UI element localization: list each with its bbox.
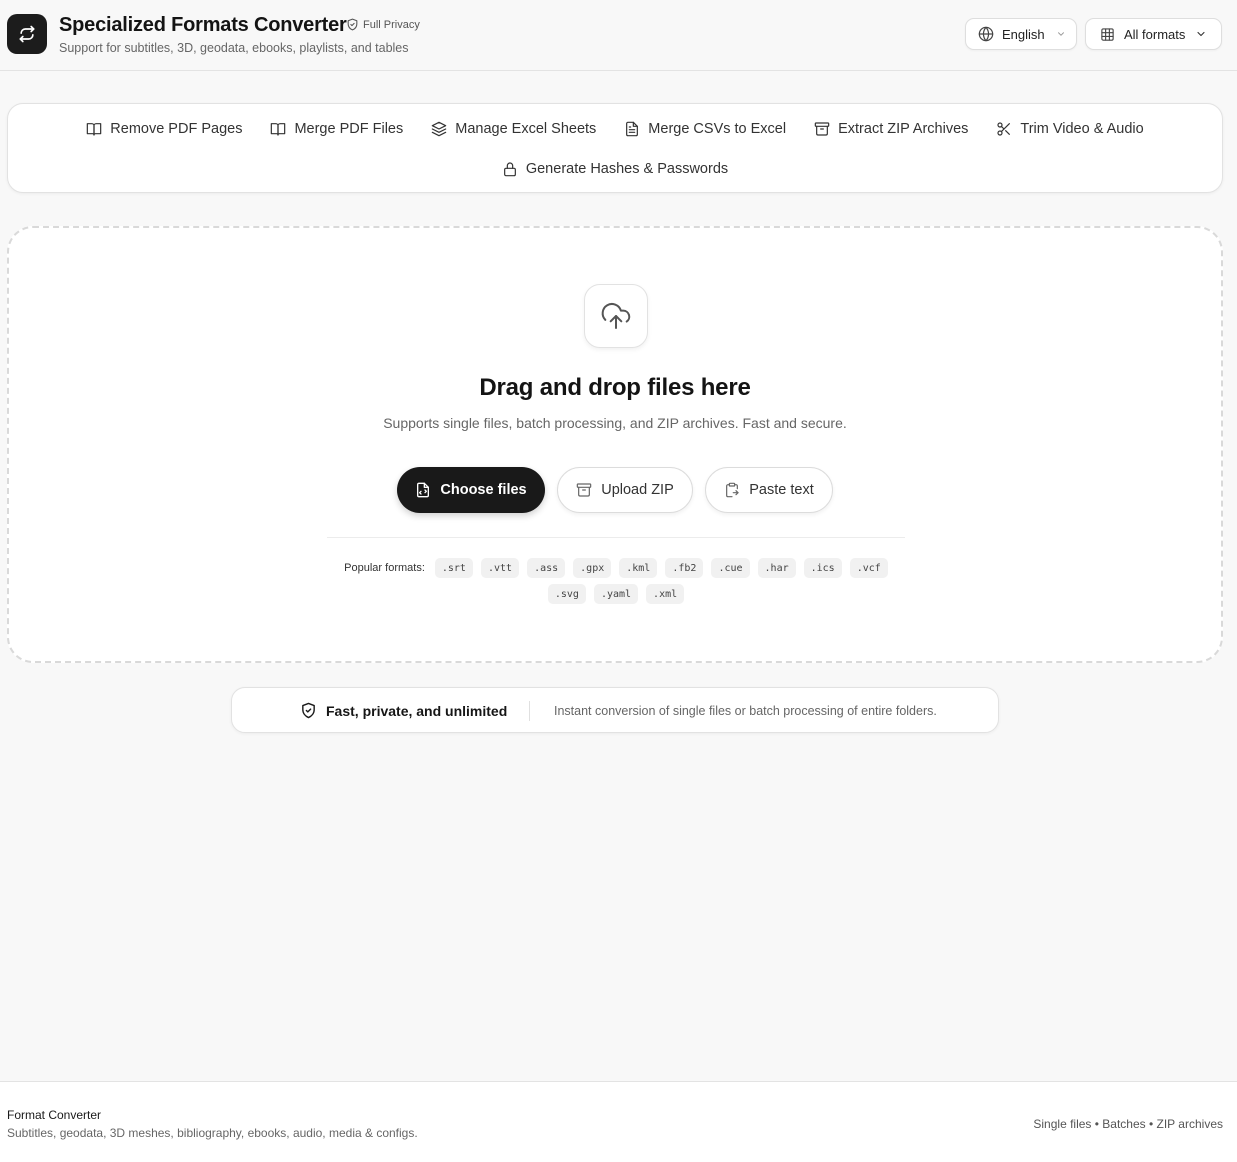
choose-files-button[interactable]: Choose files — [397, 467, 545, 513]
book-open-icon — [270, 121, 286, 137]
table-grid-icon — [1100, 27, 1115, 42]
convert-arrows-icon — [17, 24, 37, 44]
archive-icon — [576, 482, 592, 498]
layers-icon — [431, 121, 447, 137]
format-chip: .vcf — [849, 558, 888, 578]
clipboard-paste-icon — [724, 482, 740, 498]
tools-nav: Remove PDF Pages Merge PDF Files Manage … — [7, 103, 1223, 193]
footer-title: Format Converter — [7, 1108, 102, 1122]
info-headline: Fast, private, and unlimited — [300, 702, 507, 719]
info-headline-label: Fast, private, and unlimited — [326, 702, 508, 719]
chevron-down-icon — [1195, 28, 1207, 40]
footer-features: Single files • Batches • ZIP archives — [1033, 1117, 1223, 1131]
choose-files-label: Choose files — [440, 482, 527, 498]
upload-zip-button[interactable]: Upload ZIP — [557, 467, 693, 513]
tool-label: Remove PDF Pages — [110, 121, 243, 137]
shield-check-icon — [346, 18, 359, 31]
privacy-badge: Full Privacy — [346, 18, 420, 31]
file-text-icon — [624, 121, 640, 137]
popular-formats-row: .svg .yaml .xml — [327, 584, 905, 604]
format-chip: .cue — [711, 558, 750, 578]
file-convert-icon — [415, 482, 431, 498]
tool-label: Trim Video & Audio — [1020, 121, 1144, 137]
tool-merge-csvs-to-excel[interactable]: Merge CSVs to Excel — [624, 119, 786, 139]
upload-icon-box — [584, 284, 648, 348]
language-label: English — [1002, 26, 1045, 42]
divider — [529, 701, 530, 721]
book-open-icon — [86, 121, 102, 137]
format-chip: .gpx — [573, 558, 612, 578]
format-chip: .kml — [619, 558, 658, 578]
popular-formats-row: Popular formats: .srt .vtt .ass .gpx .km… — [327, 558, 905, 578]
page-footer: Format Converter Subtitles, geodata, 3D … — [0, 1081, 1237, 1162]
dropzone-title: Drag and drop files here — [479, 374, 751, 401]
format-chip: .har — [757, 558, 796, 578]
app-subtitle: Support for subtitles, 3D, geodata, eboo… — [59, 41, 409, 55]
tool-label: Merge PDF Files — [294, 121, 404, 137]
tool-label: Manage Excel Sheets — [455, 121, 597, 137]
format-chip: .xml — [646, 584, 685, 604]
app-logo[interactable] — [7, 14, 47, 54]
format-chip: .svg — [547, 584, 586, 604]
paste-text-button[interactable]: Paste text — [705, 467, 833, 513]
dropzone-subtitle: Supports single files, batch processing,… — [383, 415, 847, 431]
chevron-down-icon — [1056, 29, 1066, 39]
tool-remove-pdf-pages[interactable]: Remove PDF Pages — [86, 119, 242, 139]
format-chip: .fb2 — [665, 558, 704, 578]
upload-zip-label: Upload ZIP — [601, 482, 674, 498]
tool-generate-hashes-passwords[interactable]: Generate Hashes & Passwords — [502, 159, 728, 179]
paste-text-label: Paste text — [749, 482, 814, 498]
globe-icon — [978, 26, 994, 42]
tool-trim-video-audio[interactable]: Trim Video & Audio — [996, 119, 1144, 139]
tool-label: Generate Hashes & Passwords — [525, 161, 729, 177]
tool-label: Extract ZIP Archives — [838, 121, 969, 137]
lock-icon — [502, 161, 518, 177]
footer-subtitle: Subtitles, geodata, 3D meshes, bibliogra… — [7, 1126, 418, 1140]
scissors-icon — [996, 121, 1012, 137]
formats-filter-label: All formats — [1124, 26, 1186, 42]
info-description: Instant conversion of single files or ba… — [554, 704, 937, 718]
shield-check-icon — [300, 702, 317, 719]
tool-extract-zip-archives[interactable]: Extract ZIP Archives — [814, 119, 968, 139]
popular-formats-label: Popular formats: — [344, 562, 425, 574]
tool-label: Merge CSVs to Excel — [648, 121, 787, 137]
format-chip: .ics — [803, 558, 842, 578]
app-title: Specialized Formats Converter — [59, 14, 347, 36]
divider — [327, 537, 905, 538]
archive-icon — [814, 121, 830, 137]
language-select[interactable]: English — [965, 18, 1077, 50]
formats-filter-select[interactable]: All formats — [1085, 18, 1222, 50]
privacy-badge-label: Full Privacy — [363, 18, 420, 31]
info-bar: Fast, private, and unlimited Instant con… — [231, 687, 999, 733]
tool-merge-pdf-files[interactable]: Merge PDF Files — [270, 119, 403, 139]
format-chip: .yaml — [593, 584, 639, 604]
format-chip: .ass — [527, 558, 566, 578]
tool-manage-excel-sheets[interactable]: Manage Excel Sheets — [431, 119, 596, 139]
format-chip: .srt — [434, 558, 473, 578]
cloud-upload-icon — [600, 300, 632, 332]
format-chip: .vtt — [480, 558, 520, 578]
app-header: Specialized Formats Converter Full Priva… — [0, 0, 1237, 71]
file-dropzone[interactable]: Drag and drop files here Supports single… — [7, 226, 1223, 663]
